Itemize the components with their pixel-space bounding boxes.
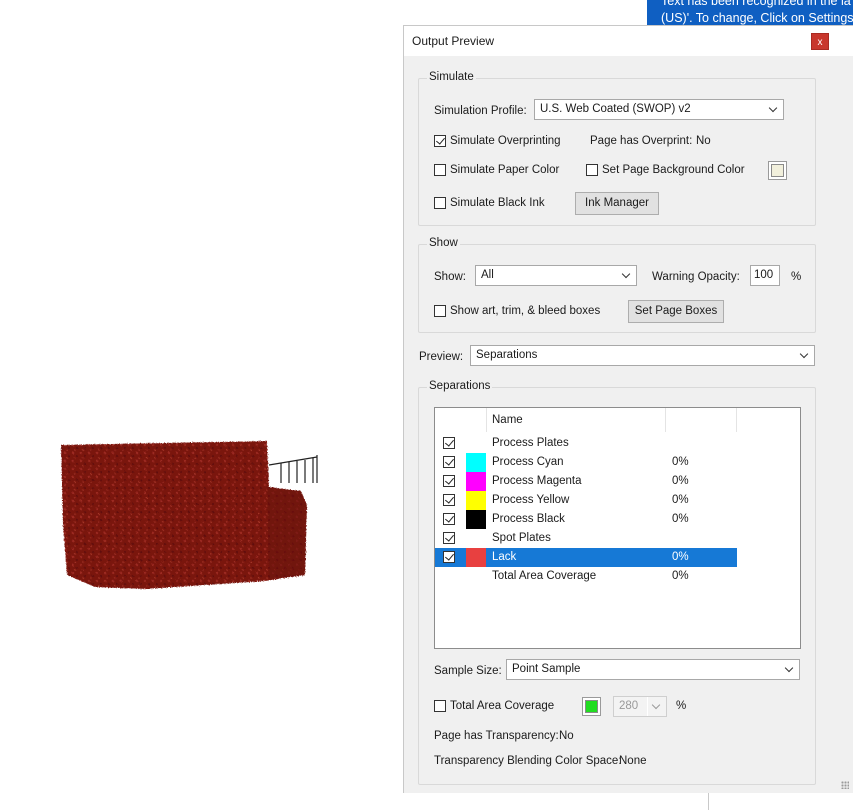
total-area-color-swatch[interactable] [582, 697, 601, 716]
resize-grip-icon[interactable] [841, 781, 849, 789]
separation-percent: 0% [672, 570, 689, 582]
chevron-down-icon [795, 346, 814, 365]
total-area-coverage-checkbox[interactable] [434, 700, 446, 712]
chevron-down-icon [764, 100, 783, 119]
fabric-artwork-image [61, 441, 318, 589]
notification-text-line1: Text has been recognized in the la [661, 0, 851, 8]
dialog-titlebar[interactable]: Output Preview x [404, 26, 853, 56]
simulation-profile-select[interactable]: U.S. Web Coated (SWOP) v2 [534, 99, 784, 120]
simulate-paper-color-label: Simulate Paper Color [450, 164, 560, 176]
separation-checkbox[interactable] [443, 456, 455, 468]
separation-row-process-plates[interactable]: Process Plates [435, 434, 737, 453]
separation-checkbox[interactable] [443, 551, 455, 563]
show-group: Show [418, 237, 816, 333]
separation-name: Process Yellow [492, 494, 570, 506]
warning-opacity-input[interactable]: 100 [750, 265, 780, 286]
simulate-overprinting-checkbox[interactable] [434, 135, 446, 147]
simulation-profile-label: Simulation Profile: [434, 105, 527, 117]
separations-list[interactable]: Name Process Plates Process Cyan 0% Proc… [434, 407, 801, 649]
preview-value: Separations [476, 349, 538, 361]
separation-name: Lack [492, 551, 517, 563]
ink-manager-button[interactable]: Ink Manager [575, 192, 659, 215]
chevron-down-icon [647, 697, 666, 716]
separation-name: Process Plates [492, 437, 569, 449]
black-swatch [466, 510, 486, 529]
separation-percent: 0% [672, 456, 689, 468]
total-area-value-select[interactable]: 280 [613, 696, 667, 717]
blending-color-space-label: Transparency Blending Color Space: [434, 755, 622, 767]
column-header-name[interactable]: Name [492, 414, 523, 426]
separation-checkbox[interactable] [443, 494, 455, 506]
warning-opacity-percent: % [791, 271, 802, 283]
total-area-coverage-label: Total Area Coverage [450, 700, 555, 712]
chevron-down-icon [617, 266, 636, 285]
notification-text-line2: (US)'. To change, Click on Settings > [661, 11, 853, 25]
total-area-percent: % [676, 700, 687, 712]
page-has-overprint-value: No [696, 135, 711, 147]
separation-row-lack[interactable]: Lack 0% [435, 548, 737, 567]
dialog-title: Output Preview [412, 34, 495, 48]
page-has-transparency-label: Page has Transparency: [434, 730, 559, 742]
sample-size-label: Sample Size: [434, 665, 502, 677]
simulate-paper-color-checkbox[interactable] [434, 164, 446, 176]
separation-name: Process Cyan [492, 456, 564, 468]
blending-color-space-value: None [619, 755, 647, 767]
page-edge-divider [708, 790, 709, 810]
total-area-value: 280 [619, 700, 639, 712]
output-preview-dialog: Output Preview x Simulate Simulation Pro… [403, 25, 853, 793]
set-page-background-checkbox[interactable] [586, 164, 598, 176]
separation-row-process-cyan[interactable]: Process Cyan 0% [435, 453, 737, 472]
separation-row-process-black[interactable]: Process Black 0% [435, 510, 737, 529]
show-boxes-checkbox[interactable] [434, 305, 446, 317]
separation-checkbox[interactable] [443, 513, 455, 525]
preview-label: Preview: [419, 351, 464, 363]
show-label: Show: [434, 271, 466, 283]
sample-size-value: Point Sample [512, 663, 581, 675]
separation-row-total-area-coverage[interactable]: Total Area Coverage 0% [435, 567, 737, 586]
separation-name: Total Area Coverage [492, 570, 597, 582]
chevron-down-icon [780, 660, 799, 679]
simulate-overprinting-label: Simulate Overprinting [450, 135, 561, 147]
separation-percent: 0% [672, 551, 689, 563]
separations-legend: Separations [427, 380, 493, 392]
simulate-black-ink-checkbox[interactable] [434, 197, 446, 209]
show-select[interactable]: All [475, 265, 637, 286]
separation-name: Process Black [492, 513, 565, 525]
sample-size-select[interactable]: Point Sample [506, 659, 800, 680]
page-has-overprint-label: Page has Overprint: [590, 135, 693, 147]
separation-row-process-magenta[interactable]: Process Magenta 0% [435, 472, 737, 491]
separation-name: Spot Plates [492, 532, 551, 544]
show-boxes-label: Show art, trim, & bleed boxes [450, 305, 601, 317]
preview-select[interactable]: Separations [470, 345, 815, 366]
simulate-legend: Simulate [427, 71, 476, 83]
separation-checkbox[interactable] [443, 532, 455, 544]
separation-name: Process Magenta [492, 475, 582, 487]
warning-opacity-label: Warning Opacity: [652, 271, 740, 283]
show-legend: Show [427, 237, 460, 249]
yellow-swatch [466, 491, 486, 510]
show-value: All [481, 269, 494, 281]
separation-percent: 0% [672, 494, 689, 506]
close-button[interactable]: x [811, 33, 829, 50]
simulate-black-ink-label: Simulate Black Ink [450, 197, 545, 209]
separation-checkbox[interactable] [443, 437, 455, 449]
set-page-background-label: Set Page Background Color [602, 164, 745, 176]
cyan-swatch [466, 453, 486, 472]
page-background-color-swatch[interactable] [768, 161, 787, 180]
magenta-swatch [466, 472, 486, 491]
set-page-boxes-button[interactable]: Set Page Boxes [628, 300, 724, 323]
separation-row-process-yellow[interactable]: Process Yellow 0% [435, 491, 737, 510]
lack-swatch [466, 548, 486, 567]
page-has-transparency-value: No [559, 730, 574, 742]
separation-row-spot-plates[interactable]: Spot Plates [435, 529, 737, 548]
separation-percent: 0% [672, 475, 689, 487]
separation-percent: 0% [672, 513, 689, 525]
simulation-profile-value: U.S. Web Coated (SWOP) v2 [540, 103, 691, 115]
separation-checkbox[interactable] [443, 475, 455, 487]
